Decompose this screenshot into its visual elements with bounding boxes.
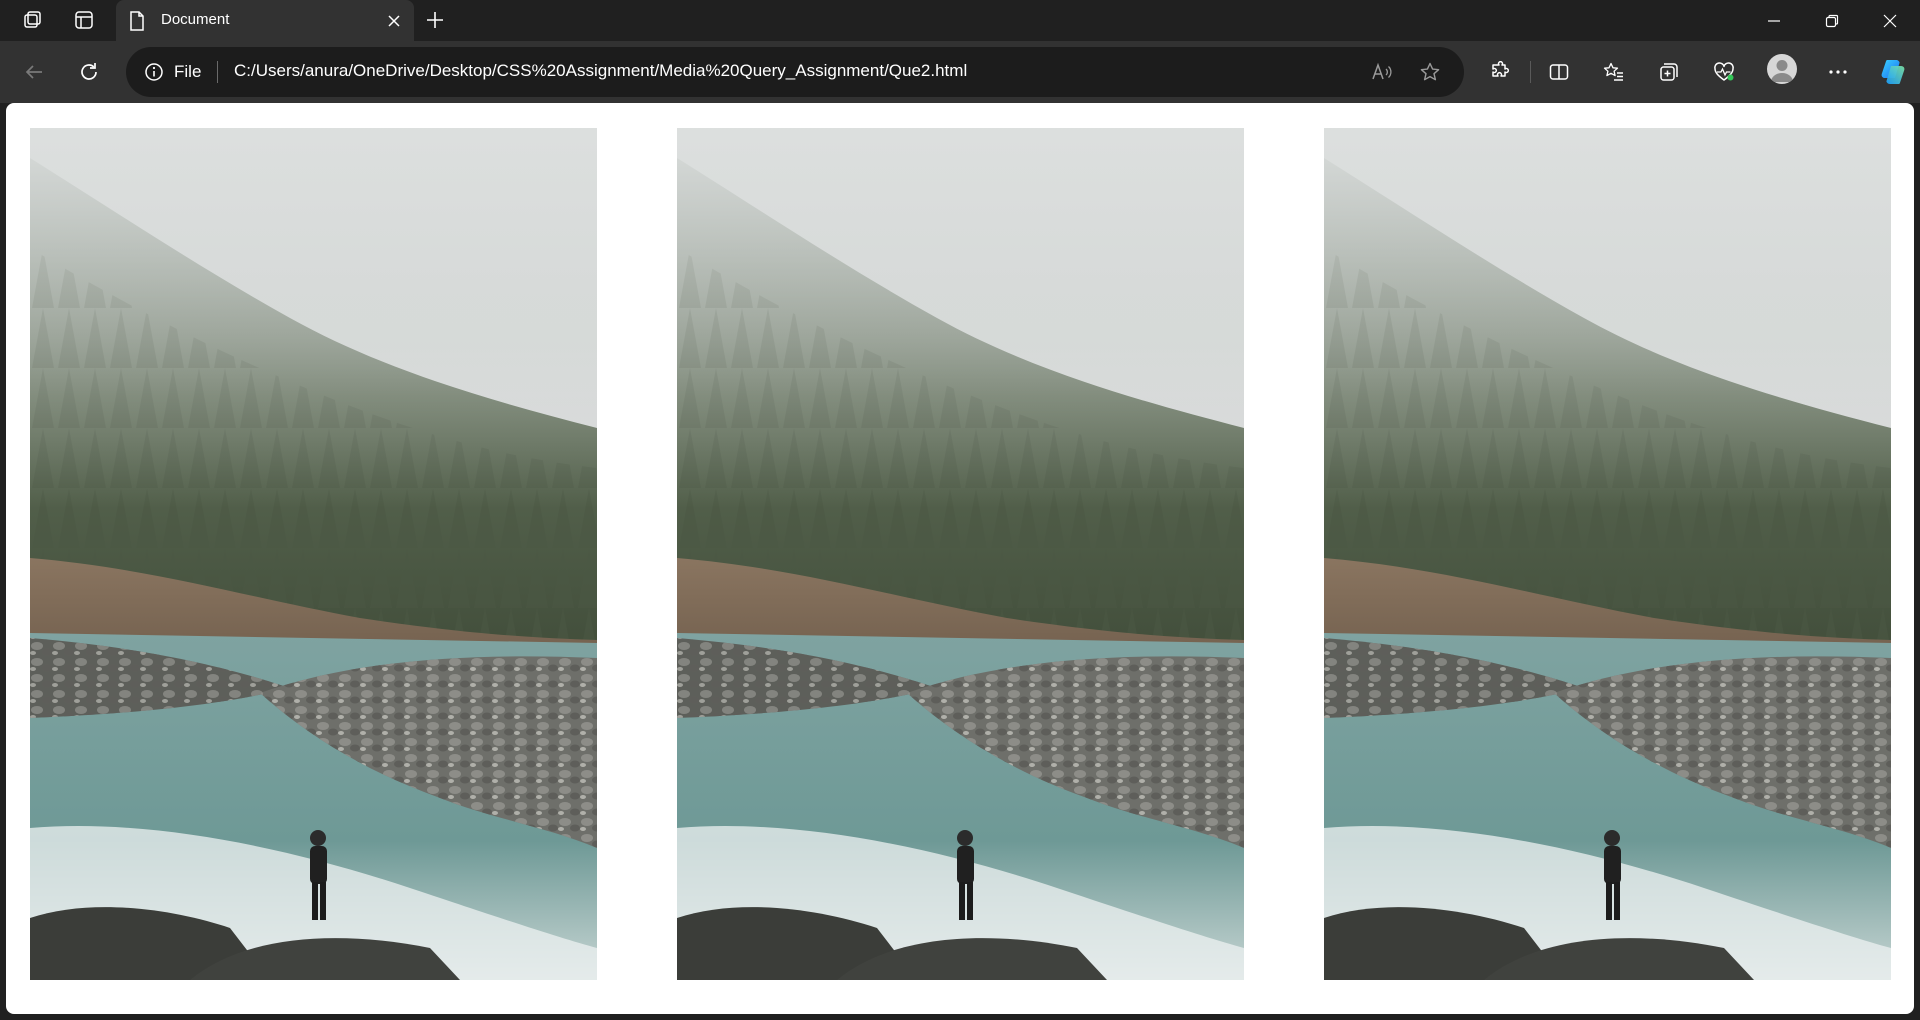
tab-title: Document xyxy=(161,11,230,28)
profile-icon xyxy=(1771,60,1793,82)
more-button[interactable] xyxy=(1820,54,1856,90)
address-bar[interactable]: File C:/Users/anura/OneDrive/Desktop/CSS… xyxy=(126,47,1464,97)
puzzle-icon xyxy=(1492,61,1510,77)
back-arrow-icon xyxy=(25,65,42,79)
minimize-button[interactable] xyxy=(1745,0,1803,41)
new-tab-button[interactable] xyxy=(420,6,450,34)
favorites-list-icon xyxy=(1603,62,1623,81)
minimize-icon xyxy=(1768,19,1780,22)
document-icon xyxy=(128,11,146,36)
add-favorite-button[interactable] xyxy=(1414,56,1446,88)
tab-actions-icon[interactable] xyxy=(69,6,99,34)
close-tab-icon[interactable] xyxy=(384,11,404,31)
heart-pulse-icon xyxy=(1714,62,1734,81)
profile-avatar[interactable] xyxy=(1767,54,1797,84)
landscape-image-1 xyxy=(30,128,597,980)
landscape-photo xyxy=(1324,128,1891,980)
site-info-label: File xyxy=(174,62,202,81)
restore-icon xyxy=(1825,14,1839,27)
close-icon xyxy=(1883,14,1897,27)
landscape-photo xyxy=(677,128,1244,980)
tab-document[interactable]: Document xyxy=(116,0,414,41)
collections-icon xyxy=(1660,63,1678,81)
address-separator xyxy=(217,61,218,83)
info-icon xyxy=(145,63,163,81)
plus-icon xyxy=(427,12,443,28)
back-button[interactable] xyxy=(16,54,52,90)
split-screen-icon xyxy=(1549,64,1569,80)
page-viewport xyxy=(6,103,1914,1014)
favorites-button[interactable] xyxy=(1596,54,1632,90)
refresh-icon xyxy=(81,63,97,80)
toolbar: File C:/Users/anura/OneDrive/Desktop/CSS… xyxy=(0,41,1920,103)
refresh-button[interactable] xyxy=(71,54,107,90)
star-icon xyxy=(1420,62,1440,81)
split-screen-button[interactable] xyxy=(1541,54,1577,90)
copilot-icon xyxy=(1881,60,1905,84)
read-aloud-icon xyxy=(1372,62,1392,80)
landscape-photo xyxy=(30,128,597,980)
toolbar-divider xyxy=(1530,61,1531,83)
landscape-image-2 xyxy=(677,128,1244,980)
collections-button[interactable] xyxy=(1651,54,1687,90)
more-dots-icon xyxy=(1829,70,1847,74)
site-info-button[interactable]: File xyxy=(144,59,201,85)
browser-essentials-button[interactable] xyxy=(1706,54,1742,90)
url-text[interactable]: C:/Users/anura/OneDrive/Desktop/CSS%20As… xyxy=(234,61,967,81)
extensions-button[interactable] xyxy=(1481,54,1517,90)
read-aloud-button[interactable] xyxy=(1366,56,1398,88)
close-window-button[interactable] xyxy=(1861,0,1919,41)
workspaces-icon[interactable] xyxy=(17,6,47,34)
landscape-image-3 xyxy=(1324,128,1891,980)
copilot-button[interactable] xyxy=(1873,52,1913,92)
tab-bar: Document xyxy=(0,0,1920,41)
restore-button[interactable] xyxy=(1803,0,1861,41)
